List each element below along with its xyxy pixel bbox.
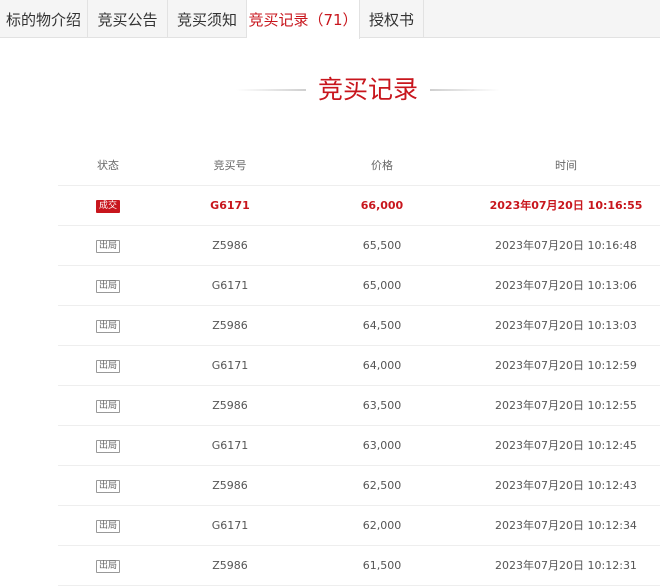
bid-record-table: 状态 竞买号 价格 时间 成交 G6171 66,000 2023年07月20日… <box>58 146 660 586</box>
section-heading: 竞买记录 <box>0 72 660 108</box>
time-cell: 2023年07月20日 10:12:43 <box>495 479 637 492</box>
price-cell: 65,500 <box>362 239 402 252</box>
bid-number-cell: Z5986 <box>212 479 248 492</box>
table-row: 出局 Z5986 61,500 2023年07月20日 10:12:31 <box>58 546 660 586</box>
tab-authorization[interactable]: 授权书 <box>360 0 424 38</box>
status-cell: 出局 <box>58 506 158 546</box>
price-cell: 61,500 <box>362 559 402 572</box>
title-divider-left <box>236 89 306 91</box>
price-cell: 62,500 <box>362 479 402 492</box>
status-badge: 出局 <box>95 559 120 573</box>
status-badge: 出局 <box>95 279 120 293</box>
tab-label: 竞买记录（71） <box>248 11 358 29</box>
time-cell: 2023年07月20日 10:13:03 <box>495 319 637 332</box>
table-row: 出局 Z5986 65,500 2023年07月20日 10:16:48 <box>58 226 660 266</box>
column-header-status: 状态 <box>97 159 119 172</box>
tab-bar: 标的物介绍 竞买公告 竞买须知 竞买记录（71） 授权书 <box>0 0 660 39</box>
table-header-row: 状态 竞买号 价格 时间 <box>58 146 660 186</box>
table-row: 出局 G6171 65,000 2023年07月20日 10:13:06 <box>58 266 660 306</box>
bid-number-cell: Z5986 <box>212 399 248 412</box>
table-row: 成交 G6171 66,000 2023年07月20日 10:16:55 <box>58 186 660 226</box>
status-badge: 出局 <box>95 439 120 453</box>
tab-item-intro[interactable]: 标的物介绍 <box>0 0 88 38</box>
status-badge: 出局 <box>95 519 120 533</box>
price-cell: 64,500 <box>362 319 402 332</box>
status-cell: 出局 <box>58 226 158 266</box>
status-cell: 出局 <box>58 266 158 306</box>
status-cell: 出局 <box>58 546 158 586</box>
status-badge: 成交 <box>95 199 120 213</box>
bid-number-cell: G6171 <box>211 359 249 372</box>
status-badge: 出局 <box>95 239 120 253</box>
status-badge: 出局 <box>95 479 120 493</box>
tab-label: 授权书 <box>368 10 414 29</box>
price-cell: 66,000 <box>360 199 404 212</box>
table-row: 出局 G6171 62,000 2023年07月20日 10:12:34 <box>58 506 660 546</box>
status-cell: 出局 <box>58 306 158 346</box>
status-cell: 出局 <box>58 426 158 466</box>
status-cell: 出局 <box>58 346 158 386</box>
price-cell: 62,000 <box>362 519 402 532</box>
column-header-bid-number: 竞买号 <box>213 159 247 172</box>
table-row: 出局 Z5986 63,500 2023年07月20日 10:12:55 <box>58 386 660 426</box>
column-header-time: 时间 <box>555 159 577 172</box>
bid-number-cell: Z5986 <box>212 319 248 332</box>
time-cell: 2023年07月20日 10:16:48 <box>495 239 637 252</box>
status-badge: 出局 <box>95 319 120 333</box>
tab-label: 竞买须知 <box>176 10 237 29</box>
time-cell: 2023年07月20日 10:13:06 <box>495 279 637 292</box>
bid-number-cell: G6171 <box>211 439 249 452</box>
tab-notice[interactable]: 竞买须知 <box>168 0 247 38</box>
price-cell: 63,000 <box>362 439 402 452</box>
price-cell: 63,500 <box>362 399 402 412</box>
status-badge: 出局 <box>95 359 120 373</box>
time-cell: 2023年07月20日 10:12:55 <box>495 399 637 412</box>
bid-number-cell: G6171 <box>211 279 249 292</box>
time-cell: 2023年07月20日 10:12:45 <box>495 439 637 452</box>
tab-label: 竞买公告 <box>97 10 158 29</box>
status-badge: 出局 <box>95 399 120 413</box>
bid-number-cell: Z5986 <box>212 559 248 572</box>
tab-label: 标的物介绍 <box>5 10 81 29</box>
tab-announcement[interactable]: 竞买公告 <box>88 0 168 38</box>
time-cell: 2023年07月20日 10:12:59 <box>495 359 637 372</box>
table-row: 出局 G6171 64,000 2023年07月20日 10:12:59 <box>58 346 660 386</box>
tab-bid-records[interactable]: 竞买记录（71） <box>247 0 360 39</box>
table-row: 出局 G6171 63,000 2023年07月20日 10:12:45 <box>58 426 660 466</box>
time-cell: 2023年07月20日 10:12:34 <box>495 519 637 532</box>
status-cell: 出局 <box>58 466 158 506</box>
status-cell: 成交 <box>58 186 158 226</box>
title-divider-right <box>430 89 500 91</box>
bid-number-cell: G6171 <box>210 199 250 212</box>
table-row: 出局 Z5986 62,500 2023年07月20日 10:12:43 <box>58 466 660 506</box>
time-cell: 2023年07月20日 10:16:55 <box>489 199 643 212</box>
time-cell: 2023年07月20日 10:12:31 <box>495 559 637 572</box>
price-cell: 65,000 <box>362 279 402 292</box>
column-header-price: 价格 <box>371 159 393 172</box>
bid-number-cell: Z5986 <box>212 239 248 252</box>
bid-number-cell: G6171 <box>211 519 249 532</box>
section-title: 竞买记录 <box>317 75 418 104</box>
status-cell: 出局 <box>58 386 158 426</box>
price-cell: 64,000 <box>362 359 402 372</box>
table-row: 出局 Z5986 64,500 2023年07月20日 10:13:03 <box>58 306 660 346</box>
